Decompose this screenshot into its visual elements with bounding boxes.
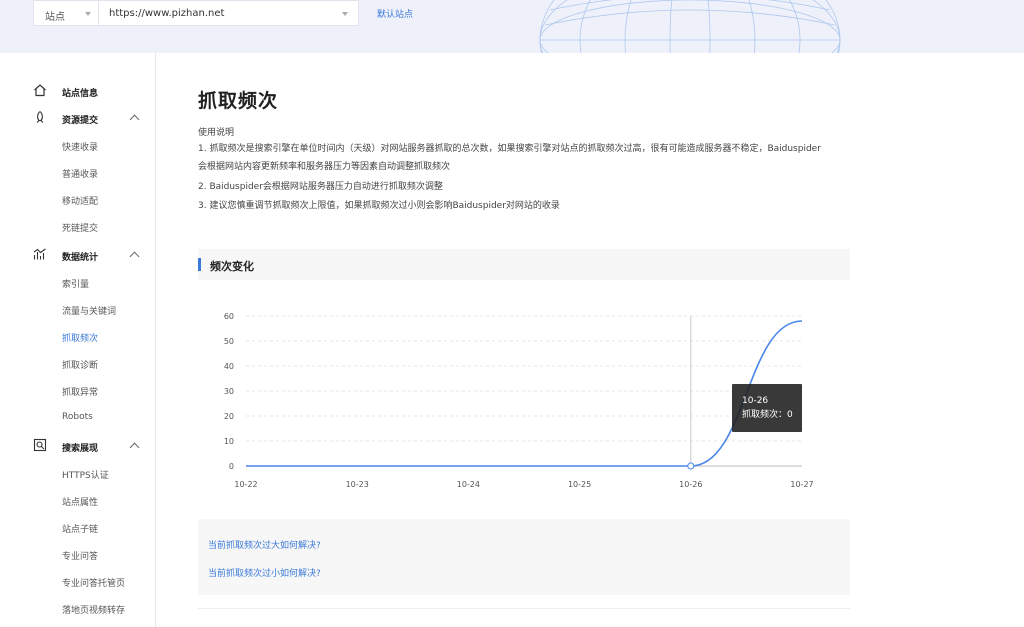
sidebar-item-traffic-keywords[interactable]: 流量与关键词 [0, 301, 155, 321]
chevron-down-icon [85, 12, 91, 16]
divider [198, 608, 850, 609]
y-tick-label: 30 [224, 387, 234, 396]
site-url-select[interactable]: https://www.pizhan.net [99, 0, 359, 26]
chevron-up-icon [129, 251, 140, 262]
sidebar-group-label: 站点信息 [62, 89, 99, 99]
section-title: 频次变化 [210, 260, 254, 273]
y-tick-label: 40 [224, 362, 234, 371]
sidebar-item-label: 普通收录 [62, 170, 99, 180]
usage-line: 会根据网站内容更新频率和服务器压力等因素自动调整抓取频次 [198, 162, 451, 172]
sidebar-item-label: 抓取异常 [62, 388, 99, 398]
series-line [246, 320, 803, 467]
sidebar-item-deadlink-submit[interactable]: 死链提交 [0, 218, 155, 238]
sidebar-group-data-stats[interactable]: 数据统计 [0, 247, 155, 267]
section-accent-bar [198, 258, 201, 271]
sidebar-group-label: 搜索展现 [62, 444, 99, 454]
sidebar-item-label: 索引量 [62, 280, 90, 290]
sidebar-item-site-sublinks[interactable]: 站点子链 [0, 519, 155, 539]
usage-title: 使用说明 [198, 128, 235, 138]
sidebar-item-site-attributes[interactable]: 站点属性 [0, 492, 155, 512]
sidebar-item-label: 站点子链 [62, 525, 99, 535]
site-type-label: 站点 [45, 12, 65, 23]
sidebar-group-label: 资源提交 [62, 116, 99, 126]
main-content: 抓取频次 使用说明 1. 抓取频次是搜索引擎在单位时间内（天级）对网站服务器抓取… [156, 53, 1024, 627]
sidebar-item-label: 站点属性 [62, 498, 99, 508]
x-tick-label: 10-24 [457, 480, 480, 489]
section-header: 频次变化 [198, 249, 850, 280]
sidebar-item-label: 快速收录 [62, 143, 99, 153]
usage-line: 3. 建议您慎重调节抓取频次上限值，如果抓取频次过小则会影响Baiduspide… [198, 201, 560, 211]
chart-tooltip: 10-26 抓取频次：0 [732, 384, 802, 432]
sidebar-item-label: Robots [62, 412, 93, 422]
y-tick-label: 0 [229, 462, 234, 471]
y-tick-label: 20 [224, 412, 234, 421]
sidebar-item-robots[interactable]: Robots [0, 409, 155, 429]
tooltip-value: 抓取频次：0 [742, 410, 793, 420]
data-point [687, 462, 695, 470]
y-tick-label: 60 [224, 312, 234, 321]
help-box: 当前抓取频次过大如何解决? 当前抓取频次过小如何解决? [198, 519, 850, 595]
y-tick-label: 50 [224, 337, 234, 346]
chevron-up-icon [129, 442, 140, 453]
sidebar-item-label: 专业问答 [62, 552, 99, 562]
y-tick-label: 10 [224, 437, 234, 446]
x-tick-label: 10-27 [790, 480, 813, 489]
sidebar-item-label: 移动适配 [62, 197, 99, 207]
globe-decoration [539, 0, 841, 53]
chevron-down-icon [342, 12, 348, 16]
sidebar-item-label: 流量与关键词 [62, 307, 117, 317]
sidebar-item-fast-index[interactable]: 快速收录 [0, 137, 155, 157]
x-tick-label: 10-26 [679, 480, 702, 489]
sidebar-item-landing-video[interactable]: 落地页视频转存 [0, 600, 155, 620]
sidebar-item-pro-qa[interactable]: 专业问答 [0, 546, 155, 566]
x-tick-label: 10-22 [234, 480, 257, 489]
search-display-icon [33, 438, 47, 452]
x-tick-label: 10-23 [346, 480, 369, 489]
sidebar-item-crawl-frequency[interactable]: 抓取频次 [0, 328, 155, 348]
site-type-select[interactable]: 站点 [33, 0, 99, 26]
tooltip-date: 10-26 [742, 396, 769, 406]
sidebar-group-search-display[interactable]: 搜索展现 [0, 438, 155, 458]
chevron-up-icon [129, 114, 140, 125]
sidebar-item-label: HTTPS认证 [62, 471, 109, 481]
sidebar-group-label: 数据统计 [62, 253, 99, 263]
usage-line: 2. Baiduspider会根据网站服务器压力自动进行抓取频次调整 [198, 182, 443, 192]
submit-icon [36, 111, 44, 123]
sidebar-item-label: 专业问答托管页 [62, 579, 126, 589]
sidebar-item-index-volume[interactable]: 索引量 [0, 274, 155, 294]
sidebar-group-site-info[interactable]: 站点信息 [0, 83, 155, 103]
sidebar-item-label: 抓取诊断 [62, 361, 99, 371]
default-site-link[interactable]: 默认站点 [377, 7, 413, 20]
sidebar-item-label: 抓取频次 [62, 334, 99, 344]
sidebar-item-label: 死链提交 [62, 224, 99, 234]
top-bar: 站点 https://www.pizhan.net 默认站点 [0, 0, 1024, 53]
help-link-too-high[interactable]: 当前抓取频次过大如何解决? [208, 538, 321, 551]
usage-line: 1. 抓取频次是搜索引擎在单位时间内（天级）对网站服务器抓取的总次数，如果搜索引… [198, 144, 821, 154]
sidebar-item-pro-qa-hosted[interactable]: 专业问答托管页 [0, 573, 155, 593]
stats-icon [33, 248, 46, 260]
sidebar-item-normal-index[interactable]: 普通收录 [0, 164, 155, 184]
site-url-value: https://www.pizhan.net [109, 8, 225, 19]
page-title: 抓取频次 [198, 90, 279, 112]
sidebar-item-crawl-diagnosis[interactable]: 抓取诊断 [0, 355, 155, 375]
sidebar-item-crawl-errors[interactable]: 抓取异常 [0, 382, 155, 402]
sidebar-item-https-cert[interactable]: HTTPS认证 [0, 465, 155, 485]
help-link-too-low[interactable]: 当前抓取频次过小如何解决? [208, 566, 321, 579]
x-tick-label: 10-25 [568, 480, 591, 489]
sidebar-group-resource-submit[interactable]: 资源提交 [0, 110, 155, 130]
sidebar-item-mobile-adapt[interactable]: 移动适配 [0, 191, 155, 211]
sidebar-item-label: 落地页视频转存 [62, 606, 126, 616]
home-icon [34, 84, 46, 97]
sidebar: 站点信息 资源提交 快速收录 普通收录 移动适配 死链提交 数据统计 索引量 流… [0, 53, 156, 627]
